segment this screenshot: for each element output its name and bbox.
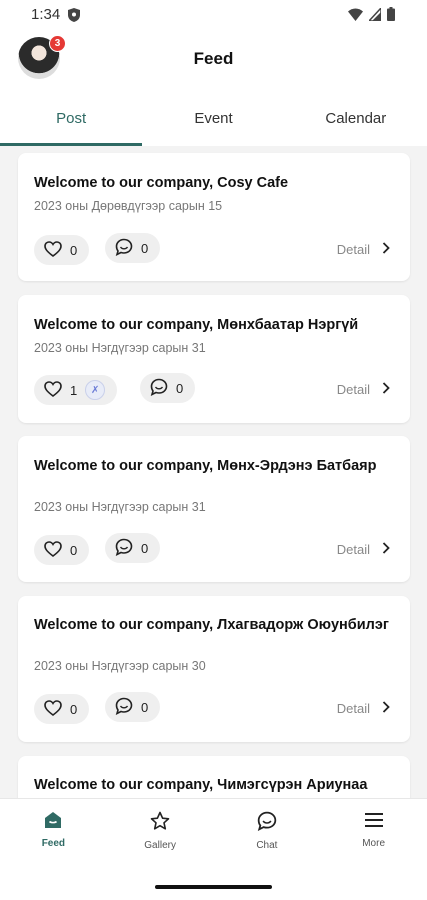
bottom-nav: Feed Gallery Chat More xyxy=(0,798,427,875)
feed-tabs: Post Event Calendar xyxy=(0,90,427,146)
chat-icon xyxy=(257,811,277,834)
post-title: Welcome to our company, Мөнхбаатар Нэргү… xyxy=(34,317,359,333)
comment-button[interactable]: 0 xyxy=(105,233,161,263)
like-count: 1 xyxy=(70,382,78,398)
post-card[interactable]: Welcome to our company, Лхагвадорж Оюунб… xyxy=(18,596,410,742)
like-button[interactable]: 0 xyxy=(34,535,90,565)
page-title: Feed xyxy=(193,49,234,68)
post-card[interactable]: Welcome to our company, Мөнхбаатар Нэргү… xyxy=(18,295,410,423)
reactor-avatar: ✗ xyxy=(85,380,106,400)
post-card[interactable]: Welcome to our company, Мөнх-Эрдэнэ Батб… xyxy=(18,436,410,582)
comment-button[interactable]: 0 xyxy=(140,373,196,403)
comment-button[interactable]: 0 xyxy=(105,692,161,722)
post-title: Welcome to our company, Cosy Cafe xyxy=(34,175,289,191)
chat-bubble-icon xyxy=(115,538,133,559)
status-icons xyxy=(348,5,395,26)
battery-icon xyxy=(387,7,395,26)
chat-bubble-icon xyxy=(115,238,133,259)
gesture-area xyxy=(0,874,427,900)
nav-label: Chat xyxy=(256,840,278,851)
detail-link[interactable]: Detail xyxy=(337,242,390,257)
heart-icon xyxy=(44,540,62,560)
wifi-icon xyxy=(348,8,363,26)
comment-button[interactable]: 0 xyxy=(105,533,161,563)
nav-chat[interactable]: Chat xyxy=(214,799,321,875)
post-title: Welcome to our company, Лхагвадорж Оюунб… xyxy=(34,617,389,633)
post-title: Welcome to our company, Чимэгсүрэн Ариун… xyxy=(34,777,368,793)
chevron-right-icon xyxy=(382,382,390,397)
heart-icon xyxy=(44,240,62,260)
nav-feed[interactable]: Feed xyxy=(0,799,107,875)
like-count: 0 xyxy=(70,701,78,717)
post-date: 2023 оны Нэгдүгээр сарын 31 xyxy=(34,341,206,355)
chevron-right-icon xyxy=(382,701,390,716)
detail-label: Detail xyxy=(336,701,370,716)
nav-label: More xyxy=(362,838,386,849)
like-button[interactable]: 0 xyxy=(34,694,90,724)
status-bar: 1:34 xyxy=(0,0,427,30)
home-icon xyxy=(44,811,62,832)
menu-icon xyxy=(364,811,384,832)
post-date: 2023 оны Дөрөвдүгээр сарын 15 xyxy=(34,199,223,213)
nav-gallery[interactable]: Gallery xyxy=(107,799,214,875)
tab-post[interactable]: Post xyxy=(0,90,143,146)
detail-link[interactable]: Detail xyxy=(337,701,390,716)
like-button[interactable]: 1 ✗ xyxy=(34,375,118,405)
detail-label: Detail xyxy=(336,242,370,257)
chat-bubble-icon xyxy=(115,697,133,718)
chevron-right-icon xyxy=(382,242,390,257)
heart-icon xyxy=(44,699,62,719)
like-count: 0 xyxy=(70,542,78,558)
detail-link[interactable]: Detail xyxy=(337,542,390,557)
post-list: Welcome to our company, Cosy Cafe 2023 о… xyxy=(0,146,427,798)
nav-label: Feed xyxy=(41,838,66,849)
heart-icon xyxy=(44,380,62,400)
app-header: 3 Feed xyxy=(0,30,427,90)
comment-count: 0 xyxy=(141,699,149,715)
signal-icon xyxy=(367,5,382,26)
like-button[interactable]: 0 xyxy=(34,235,90,265)
comment-count: 0 xyxy=(141,540,149,556)
detail-label: Detail xyxy=(336,542,370,557)
home-indicator[interactable] xyxy=(155,885,272,889)
shield-icon xyxy=(68,8,80,27)
detail-label: Detail xyxy=(336,382,370,397)
detail-link[interactable]: Detail xyxy=(337,382,390,397)
post-date: 2023 оны Нэгдүгээр сарын 30 xyxy=(34,659,206,673)
comment-count: 0 xyxy=(141,240,149,256)
comment-count: 0 xyxy=(176,380,184,396)
tab-calendar[interactable]: Calendar xyxy=(285,90,427,146)
chevron-right-icon xyxy=(382,542,390,557)
chat-bubble-icon xyxy=(150,378,168,399)
post-card[interactable]: Welcome to our company, Чимэгсүрэн Ариун… xyxy=(18,756,410,798)
nav-label: Gallery xyxy=(144,840,176,851)
tab-event[interactable]: Event xyxy=(142,90,284,146)
nav-more[interactable]: More xyxy=(320,799,427,875)
post-date: 2023 оны Нэгдүгээр сарын 31 xyxy=(34,500,206,514)
post-title: Welcome to our company, Мөнх-Эрдэнэ Батб… xyxy=(34,458,377,474)
star-icon xyxy=(150,811,170,834)
like-count: 0 xyxy=(70,242,78,258)
post-card[interactable]: Welcome to our company, Cosy Cafe 2023 о… xyxy=(18,153,410,281)
status-time: 1:34 xyxy=(31,6,61,23)
